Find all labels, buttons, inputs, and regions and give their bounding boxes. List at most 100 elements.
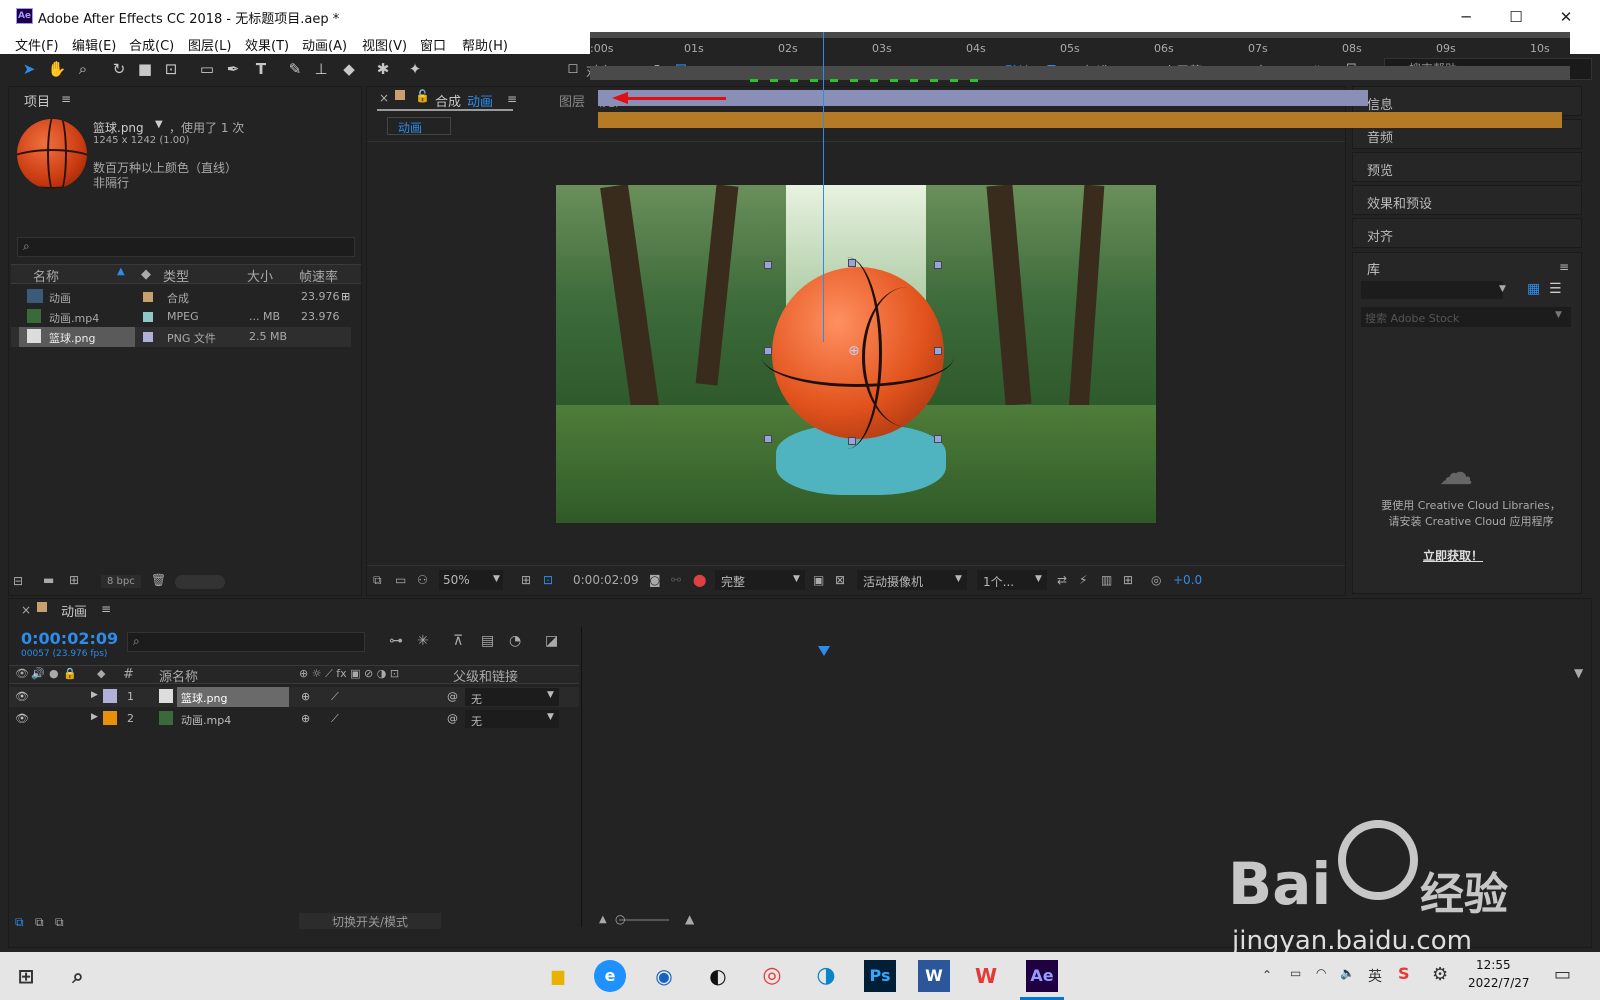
graph-editor-icon[interactable]: ◪ xyxy=(545,633,558,649)
parent-dropdown[interactable]: 无 xyxy=(465,710,559,728)
anchor-point-icon[interactable]: ⊕ xyxy=(848,343,860,359)
region-of-interest-icon[interactable]: ▣ xyxy=(813,573,824,587)
mask-visibility-icon[interactable]: ⚇ xyxy=(417,573,428,587)
layer-row[interactable]: 👁 ▶ 1 篮球.png ⊕ ⟋ @ 无 ▼ xyxy=(9,687,579,707)
timeline-search-input[interactable] xyxy=(127,632,365,652)
frame-blending-icon[interactable]: ▤ xyxy=(481,633,494,649)
menu-edit[interactable]: 编辑(E) xyxy=(72,35,116,54)
library-select[interactable] xyxy=(1361,281,1503,299)
comp-tab-name[interactable]: 动画 xyxy=(467,91,493,110)
chevron-up-icon[interactable]: ⌃ xyxy=(1262,968,1272,982)
project-item[interactable]: 动画.mp4 MPEG ... MB 23.976 xyxy=(11,307,351,327)
panel-menu-icon[interactable]: ≡ xyxy=(1559,260,1569,274)
windows-start-icon[interactable]: ⊞ xyxy=(10,960,42,992)
time-navigator[interactable] xyxy=(590,32,1570,38)
wps-icon[interactable]: W xyxy=(970,960,1002,992)
zoom-out-icon[interactable]: ▲ xyxy=(599,914,607,925)
clock-time[interactable]: 12:55 xyxy=(1476,958,1511,972)
hand-tool-icon[interactable]: ✋ xyxy=(46,58,68,80)
clock-date[interactable]: 2022/7/27 xyxy=(1468,976,1530,990)
always-preview-icon[interactable]: ⧉ xyxy=(373,573,382,588)
get-creative-cloud-link[interactable]: 立即获取！ xyxy=(1423,547,1483,564)
brush-tool-icon[interactable]: ✎ xyxy=(284,58,306,80)
column-source-name[interactable]: 源名称 xyxy=(159,666,198,685)
project-item-selected[interactable]: 篮球.png PNG 文件 2.5 MB xyxy=(11,327,351,347)
lock-icon[interactable]: 🔓 xyxy=(415,89,430,103)
snapshot-camera-icon[interactable]: ◙ xyxy=(649,573,661,587)
comp-breadcrumb[interactable]: 动画 xyxy=(387,117,451,135)
close-button[interactable]: ✕ xyxy=(1552,6,1580,28)
panel-effects-presets[interactable]: 效果和预设 xyxy=(1352,185,1582,215)
list-view-icon[interactable]: ☰ xyxy=(1549,281,1562,297)
ime-indicator[interactable]: 英 xyxy=(1368,966,1382,986)
maximize-button[interactable]: ☐ xyxy=(1502,6,1530,28)
file-explorer-icon[interactable]: ▆ xyxy=(542,960,574,992)
pixel-aspect-icon[interactable]: ⇄ xyxy=(1057,573,1067,587)
qq-icon[interactable]: ◐ xyxy=(702,960,734,992)
motion-blur-icon[interactable]: ◔ xyxy=(509,633,521,649)
chrome-icon[interactable]: ◎ xyxy=(756,960,788,992)
column-fps[interactable]: 帧速率 xyxy=(299,266,338,285)
timeline-icon[interactable]: ▥ xyxy=(1101,573,1112,587)
word-icon[interactable]: W xyxy=(918,960,950,992)
messaging-app-icon[interactable]: ◉ xyxy=(648,960,680,992)
clone-stamp-tool-icon[interactable]: ⊥ xyxy=(310,58,332,80)
photoshop-icon[interactable]: Ps xyxy=(864,960,896,992)
project-search-input[interactable] xyxy=(17,237,355,257)
search-icon[interactable]: ⌕ xyxy=(62,960,94,992)
edge-icon[interactable]: ◑ xyxy=(810,960,842,992)
new-folder-icon[interactable]: ▬ xyxy=(43,573,54,587)
pan-behind-tool-icon[interactable]: ⊡ xyxy=(160,58,182,80)
fast-preview-icon[interactable]: ⚡ xyxy=(1079,573,1087,587)
eraser-tool-icon[interactable]: ◆ xyxy=(338,58,360,80)
color-channels-icon[interactable]: ⬤ xyxy=(693,573,706,587)
shy-switch-icon[interactable]: ⊕ xyxy=(301,712,310,725)
label-tag-icon[interactable]: ◆ xyxy=(141,267,151,282)
camera-tool-icon[interactable]: ■ xyxy=(134,58,156,80)
layer-name[interactable]: 篮球.png xyxy=(177,687,289,707)
roto-brush-tool-icon[interactable]: ✱ xyxy=(372,58,394,80)
menu-window[interactable]: 窗口 xyxy=(420,35,446,54)
ie-browser-icon[interactable]: e xyxy=(594,960,626,992)
sort-up-icon[interactable]: ▲ xyxy=(117,266,125,277)
in-out-toggle-icon[interactable]: ⧉ xyxy=(55,915,64,930)
zoom-slider-handle[interactable]: ○ xyxy=(615,912,625,926)
column-type[interactable]: 类型 xyxy=(163,266,189,285)
time-ruler[interactable]: :00s 01s 02s 03s 04s 05s 06s 07s 08s 09s… xyxy=(590,32,1570,58)
new-composition-icon[interactable]: ⊞ xyxy=(69,573,79,587)
label-swatch[interactable] xyxy=(143,292,153,302)
resolution-dropdown[interactable]: 完整 xyxy=(715,570,805,590)
zoom-slider[interactable] xyxy=(619,919,669,921)
after-effects-icon[interactable]: Ae xyxy=(1026,960,1058,992)
adobe-stock-search[interactable]: 搜索 Adobe Stock xyxy=(1361,307,1571,327)
menu-animation[interactable]: 动画(A) xyxy=(302,35,347,54)
expand-layer-icon[interactable]: ▶ xyxy=(91,690,98,700)
settings-gear-icon[interactable]: ⚙ xyxy=(1432,964,1448,985)
close-tab-icon[interactable]: × xyxy=(379,91,389,105)
layer-name[interactable]: 动画.mp4 xyxy=(181,712,231,728)
pen-tool-icon[interactable]: ✒ xyxy=(222,58,244,80)
label-swatch[interactable] xyxy=(143,332,153,342)
flowchart-icon[interactable]: ⊞ xyxy=(341,290,350,303)
timeline-tab[interactable]: 动画 xyxy=(61,601,87,620)
layer-row[interactable]: 👁 ▶ 2 动画.mp4 ⊕ ⟋ @ 无 ▼ xyxy=(9,709,579,729)
notifications-icon[interactable]: ▭ xyxy=(1554,964,1571,985)
grid-view-icon[interactable]: ▦ xyxy=(1527,281,1540,297)
show-snapshot-icon[interactable]: ⚯ xyxy=(671,573,681,587)
menu-composition[interactable]: 合成(C) xyxy=(129,35,174,54)
battery-icon[interactable]: ▭ xyxy=(1290,966,1301,980)
menu-effect[interactable]: 效果(T) xyxy=(245,35,289,54)
label-swatch[interactable] xyxy=(143,312,153,322)
panel-menu-icon[interactable]: ≡ xyxy=(61,92,71,106)
thumbnail-slider[interactable] xyxy=(175,575,225,589)
transparency-grid-icon[interactable]: ⊡ xyxy=(543,573,553,587)
quality-switch-icon[interactable]: ⟋ xyxy=(331,690,339,704)
zoom-in-icon[interactable]: ▲ xyxy=(685,912,694,926)
shy-switch-icon[interactable]: ⊕ xyxy=(301,690,310,703)
resolution-grid-icon[interactable]: ⊞ xyxy=(521,573,531,587)
monitor-icon[interactable]: ▭ xyxy=(395,573,406,587)
text-tool-icon[interactable]: T xyxy=(250,58,272,80)
rectangle-tool-icon[interactable]: ▭ xyxy=(196,58,218,80)
pick-whip-icon[interactable]: @ xyxy=(447,712,458,725)
work-area-bar[interactable] xyxy=(590,66,1570,82)
